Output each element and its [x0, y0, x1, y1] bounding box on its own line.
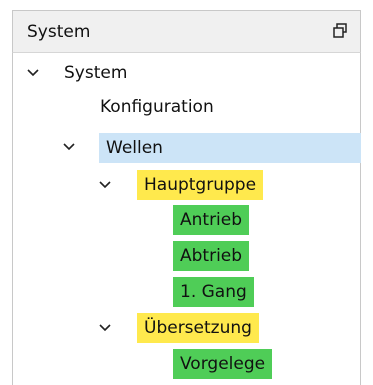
- tree-item-uebersetzung[interactable]: Übersetzung: [137, 313, 259, 343]
- panel-title: System: [27, 22, 91, 42]
- tree-item-antrieb[interactable]: Antrieb: [173, 205, 250, 235]
- tree-item-konfiguration[interactable]: Konfiguration: [93, 92, 221, 122]
- chevron-down-icon[interactable]: [61, 139, 77, 155]
- restore-float-icon[interactable]: [330, 21, 350, 41]
- tree-item-vorgelege[interactable]: Vorgelege: [173, 349, 273, 379]
- chevron-down-icon[interactable]: [97, 320, 113, 336]
- tree-item-hauptgruppe[interactable]: Hauptgruppe: [137, 170, 264, 200]
- tree-item-abtrieb[interactable]: Abtrieb: [173, 241, 250, 271]
- chevron-down-icon[interactable]: [25, 65, 41, 81]
- panel-titlebar: System: [12, 10, 361, 53]
- tree-item-1-gang[interactable]: 1. Gang: [173, 277, 254, 307]
- tree-item-system[interactable]: System: [57, 58, 134, 88]
- chevron-down-icon[interactable]: [97, 177, 113, 193]
- system-panel-window: System System Konfiguration Wellen Haupt…: [0, 0, 373, 385]
- tree-view[interactable]: System Konfiguration Wellen Hauptgruppe …: [12, 53, 361, 385]
- tree-item-wellen[interactable]: Wellen: [99, 133, 361, 163]
